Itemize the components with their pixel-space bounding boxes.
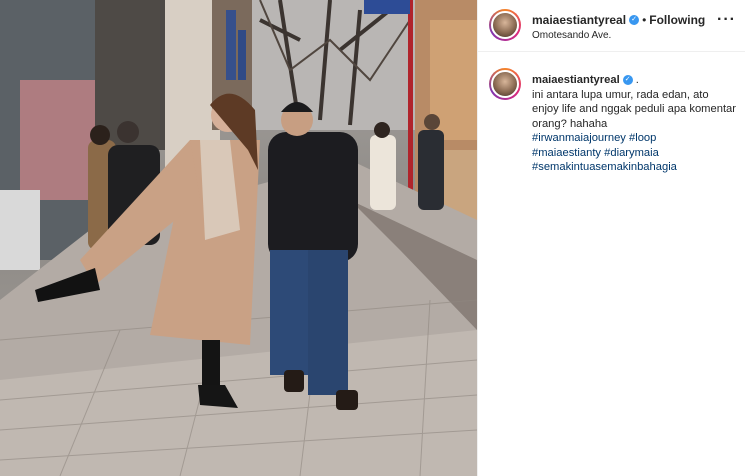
separator-dot: •: [642, 13, 647, 27]
street-photo: [0, 0, 477, 476]
post-side-panel: maiaestiantyreal ✓ • Following Omotesand…: [477, 0, 745, 476]
username-link[interactable]: maiaestiantyreal: [532, 13, 626, 27]
location-link[interactable]: Omotesando Ave.: [532, 30, 705, 41]
caption-text: ini antara lupa umur, rada edan, ato enj…: [532, 88, 737, 130]
post-header: maiaestiantyreal ✓ • Following Omotesand…: [478, 0, 745, 52]
hashtag-line[interactable]: #maiaestianty #diarymaia: [532, 146, 737, 161]
avatar[interactable]: [489, 9, 521, 41]
caption-trailing-text: .: [635, 74, 639, 86]
hashtag-line[interactable]: #irwanmaiajourney #loop: [532, 131, 737, 146]
more-options-icon[interactable]: ···: [717, 12, 736, 28]
post-image[interactable]: [0, 0, 477, 476]
caption-username-link[interactable]: maiaestiantyreal: [532, 73, 620, 88]
hashtag-line[interactable]: #semakintuasemakinbahagia: [532, 160, 737, 175]
caption-verified-badge-icon: ✓: [622, 75, 633, 86]
caption-avatar[interactable]: [489, 68, 521, 100]
verified-badge-icon: ✓: [629, 15, 640, 25]
following-button[interactable]: Following: [649, 13, 705, 27]
